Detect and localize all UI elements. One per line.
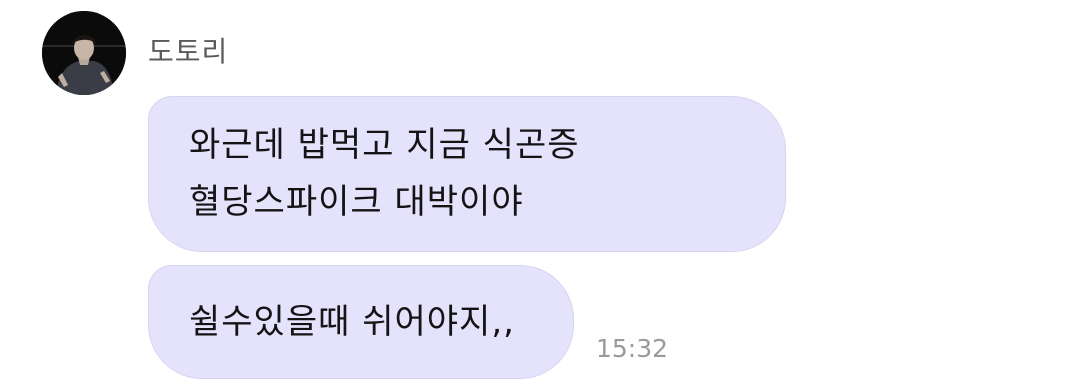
- message-bubble[interactable]: 와근데 밥먹고 지금 식곤증 혈당스파이크 대박이야: [148, 96, 786, 252]
- avatar[interactable]: [42, 11, 126, 95]
- message-text-line: 와근데 밥먹고 지금 식곤증: [189, 125, 580, 165]
- message-bubble[interactable]: 쉴수있을때 쉬어야지,,: [148, 265, 574, 379]
- message-text-line: 혈당스파이크 대박이야: [189, 182, 524, 222]
- sender-name: 도토리: [148, 35, 229, 68]
- message-text-line: 쉴수있을때 쉬어야지,,: [189, 302, 515, 342]
- message-timestamp: 15:32: [596, 334, 669, 363]
- profile-photo: [42, 11, 126, 95]
